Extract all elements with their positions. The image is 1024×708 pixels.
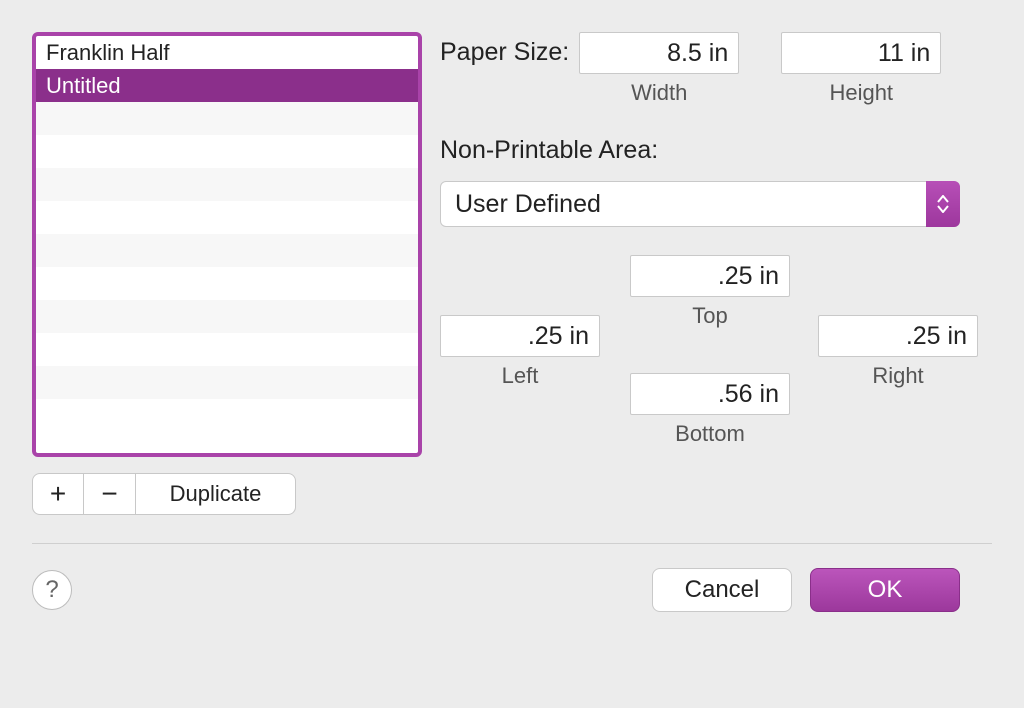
margin-left-input[interactable]: .25 in xyxy=(440,315,600,357)
minus-icon: − xyxy=(101,478,117,510)
non-printable-area-label: Non-Printable Area: xyxy=(440,136,992,165)
paper-size-label: Paper Size: xyxy=(440,32,569,67)
list-item xyxy=(36,366,418,399)
dropdown-value: User Defined xyxy=(455,190,601,219)
margin-top-caption: Top xyxy=(692,303,727,329)
paper-size-list[interactable]: Franklin Half Untitled xyxy=(32,32,422,457)
list-item xyxy=(36,267,418,300)
list-item[interactable]: Untitled xyxy=(36,69,418,102)
width-caption: Width xyxy=(631,80,687,106)
non-printable-area-select[interactable]: User Defined xyxy=(440,181,960,227)
list-item xyxy=(36,300,418,333)
add-button[interactable]: + xyxy=(32,473,84,515)
margin-top-input[interactable]: .25 in xyxy=(630,255,790,297)
margins-grid: .25 in Top .25 in Left .25 in Right .56 … xyxy=(440,255,992,435)
settings-panel: Paper Size: 8.5 in Width 11 in Height No… xyxy=(440,32,992,515)
height-caption: Height xyxy=(829,80,893,106)
list-item xyxy=(36,168,418,201)
margin-right-input[interactable]: .25 in xyxy=(818,315,978,357)
margin-bottom-input[interactable]: .56 in xyxy=(630,373,790,415)
question-icon: ? xyxy=(45,576,58,604)
plus-icon: + xyxy=(50,478,66,510)
cancel-button[interactable]: Cancel xyxy=(652,568,792,612)
list-button-bar: + − Duplicate xyxy=(32,473,422,515)
ok-button[interactable]: OK xyxy=(810,568,960,612)
list-item xyxy=(36,201,418,234)
paper-size-list-panel: Franklin Half Untitled + − xyxy=(32,32,422,515)
list-item xyxy=(36,399,418,432)
margin-right-caption: Right xyxy=(872,363,923,389)
chevron-up-down-icon xyxy=(926,181,960,227)
custom-paper-size-dialog: Franklin Half Untitled + − xyxy=(0,0,1024,708)
height-input[interactable]: 11 in xyxy=(781,32,941,74)
list-item xyxy=(36,234,418,267)
remove-button[interactable]: − xyxy=(84,473,136,515)
list-item xyxy=(36,135,418,168)
width-input[interactable]: 8.5 in xyxy=(579,32,739,74)
dialog-footer: ? Cancel OK xyxy=(32,544,992,612)
margin-left-caption: Left xyxy=(502,363,539,389)
list-item xyxy=(36,333,418,366)
list-item xyxy=(36,102,418,135)
duplicate-button[interactable]: Duplicate xyxy=(136,473,296,515)
margin-bottom-caption: Bottom xyxy=(675,421,745,447)
list-item[interactable]: Franklin Half xyxy=(36,36,418,69)
help-button[interactable]: ? xyxy=(32,570,72,610)
